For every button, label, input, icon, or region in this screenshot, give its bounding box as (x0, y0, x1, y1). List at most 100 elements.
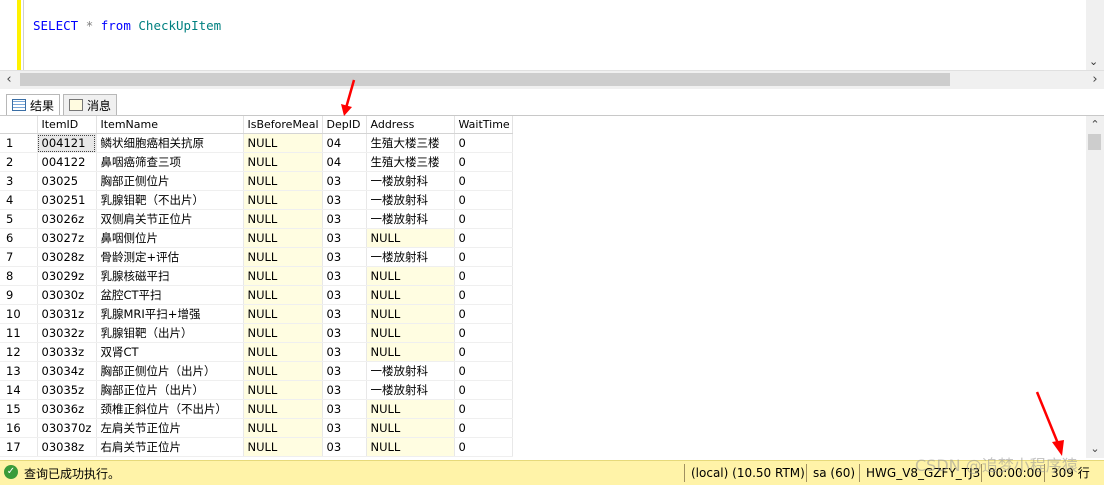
table-cell[interactable]: 0 (454, 342, 513, 362)
table-cell[interactable]: 03 (322, 399, 367, 419)
row-number[interactable]: 7 (0, 247, 38, 267)
table-cell[interactable]: 一楼放射科 (366, 361, 455, 381)
row-number[interactable]: 16 (0, 418, 38, 438)
table-cell[interactable]: 03 (322, 228, 367, 248)
table-row[interactable]: 17 03038z 右肩关节正位片 NULL 03 NULL 0 (0, 437, 513, 457)
table-cell[interactable]: 0 (454, 152, 513, 172)
column-header[interactable]: ItemID (37, 116, 97, 134)
table-cell[interactable]: 004122 (37, 152, 97, 172)
table-cell[interactable]: 颈椎正斜位片（不出片） (96, 399, 244, 419)
row-number[interactable]: 13 (0, 361, 38, 381)
table-cell[interactable]: 左肩关节正位片 (96, 418, 244, 438)
table-cell[interactable]: 一楼放射科 (366, 190, 455, 210)
row-number[interactable]: 15 (0, 399, 38, 419)
row-number[interactable]: 5 (0, 209, 38, 229)
table-cell[interactable]: 一楼放射科 (366, 247, 455, 267)
table-row[interactable]: 1 004121 鳞状细胞癌相关抗原 NULL 04 生殖大楼三楼 0 (0, 133, 513, 153)
table-cell[interactable]: 乳腺钼靶（出片） (96, 323, 244, 343)
table-cell[interactable]: 鳞状细胞癌相关抗原 (96, 133, 244, 153)
table-cell[interactable]: 鼻咽侧位片 (96, 228, 244, 248)
table-row[interactable]: 11 03032z 乳腺钼靶（出片） NULL 03 NULL 0 (0, 323, 513, 343)
table-cell[interactable]: 03 (322, 323, 367, 343)
sql-query-line[interactable]: SELECT * from CheckUpItem (33, 18, 221, 33)
table-cell[interactable]: 盆腔CT平扫 (96, 285, 244, 305)
scroll-down-icon[interactable]: ⌄ (1086, 440, 1104, 458)
table-cell[interactable]: NULL (366, 399, 455, 419)
table-cell[interactable]: NULL (366, 323, 455, 343)
table-cell[interactable]: 03036z (37, 399, 97, 419)
row-number[interactable]: 12 (0, 342, 38, 362)
table-row[interactable]: 10 03031z 乳腺MRI平扫+增强 NULL 03 NULL 0 (0, 304, 513, 324)
table-cell[interactable]: NULL (243, 380, 323, 400)
table-cell[interactable]: NULL (243, 133, 323, 153)
table-cell[interactable]: 0 (454, 133, 513, 153)
table-cell[interactable]: 03 (322, 266, 367, 286)
column-header[interactable]: IsBeforeMeal (243, 116, 323, 134)
table-cell[interactable]: 乳腺核磁平扫 (96, 266, 244, 286)
tab-messages[interactable]: 消息 (63, 94, 118, 115)
column-header[interactable]: DepID (322, 116, 367, 134)
table-row[interactable]: 13 03034z 胸部正侧位片（出片） NULL 03 一楼放射科 0 (0, 361, 513, 381)
table-cell[interactable]: 0 (454, 285, 513, 305)
table-cell[interactable]: 胸部正侧位片（出片） (96, 361, 244, 381)
table-cell[interactable]: NULL (243, 418, 323, 438)
table-cell[interactable]: 03028z (37, 247, 97, 267)
table-cell[interactable]: 一楼放射科 (366, 380, 455, 400)
table-cell[interactable]: 一楼放射科 (366, 209, 455, 229)
table-cell[interactable]: NULL (243, 171, 323, 191)
row-number[interactable]: 8 (0, 266, 38, 286)
column-header[interactable]: Address (366, 116, 455, 134)
editor-horizontal-scrollbar[interactable]: ‹ › (0, 70, 1104, 89)
table-cell[interactable]: 0 (454, 266, 513, 286)
table-row[interactable]: 5 03026z 双侧肩关节正位片 NULL 03 一楼放射科 0 (0, 209, 513, 229)
row-number[interactable]: 17 (0, 437, 38, 457)
table-row[interactable]: 2 004122 鼻咽癌筛查三项 NULL 04 生殖大楼三楼 0 (0, 152, 513, 172)
row-number[interactable]: 9 (0, 285, 38, 305)
table-cell[interactable]: 骨龄测定+评估 (96, 247, 244, 267)
table-cell[interactable]: NULL (366, 342, 455, 362)
table-cell[interactable]: 04 (322, 133, 367, 153)
table-row[interactable]: 7 03028z 骨龄测定+评估 NULL 03 一楼放射科 0 (0, 247, 513, 267)
table-row[interactable]: 14 03035z 胸部正位片（出片） NULL 03 一楼放射科 0 (0, 380, 513, 400)
table-row[interactable]: 16 030370z 左肩关节正位片 NULL 03 NULL 0 (0, 418, 513, 438)
horizontal-scroll-thumb[interactable] (20, 73, 950, 86)
row-number[interactable]: 11 (0, 323, 38, 343)
table-cell[interactable]: 0 (454, 247, 513, 267)
table-cell[interactable]: 04 (322, 152, 367, 172)
table-cell[interactable]: NULL (243, 399, 323, 419)
table-cell[interactable]: 乳腺MRI平扫+增强 (96, 304, 244, 324)
table-cell[interactable]: 0 (454, 361, 513, 381)
table-cell[interactable]: 一楼放射科 (366, 171, 455, 191)
table-row[interactable]: 9 03030z 盆腔CT平扫 NULL 03 NULL 0 (0, 285, 513, 305)
tab-results[interactable]: 结果 (6, 94, 61, 115)
scroll-right-icon[interactable]: › (1086, 71, 1104, 89)
table-cell[interactable]: NULL (366, 285, 455, 305)
table-cell[interactable]: NULL (366, 228, 455, 248)
table-cell[interactable]: NULL (243, 190, 323, 210)
table-cell[interactable]: 030370z (37, 418, 97, 438)
table-cell[interactable]: 004121 (37, 133, 97, 153)
row-number[interactable]: 6 (0, 228, 38, 248)
table-cell[interactable]: 胸部正位片（出片） (96, 380, 244, 400)
table-cell[interactable]: NULL (243, 228, 323, 248)
table-cell[interactable]: 03025 (37, 171, 97, 191)
table-cell[interactable]: 生殖大楼三楼 (366, 152, 455, 172)
table-row[interactable]: 15 03036z 颈椎正斜位片（不出片） NULL 03 NULL 0 (0, 399, 513, 419)
table-cell[interactable]: 03 (322, 285, 367, 305)
table-cell[interactable]: 0 (454, 437, 513, 457)
row-number[interactable]: 10 (0, 304, 38, 324)
vertical-scroll-thumb[interactable] (1088, 134, 1101, 150)
table-cell[interactable]: 03 (322, 247, 367, 267)
table-cell[interactable]: 0 (454, 323, 513, 343)
table-cell[interactable]: 双肾CT (96, 342, 244, 362)
table-cell[interactable]: 0 (454, 190, 513, 210)
table-cell[interactable]: 乳腺钼靶（不出片） (96, 190, 244, 210)
table-cell[interactable]: 03 (322, 171, 367, 191)
table-cell[interactable]: NULL (243, 437, 323, 457)
table-cell[interactable]: 03 (322, 209, 367, 229)
table-cell[interactable]: NULL (366, 437, 455, 457)
table-cell[interactable]: 030251 (37, 190, 97, 210)
table-cell[interactable]: 0 (454, 171, 513, 191)
table-cell[interactable]: NULL (366, 418, 455, 438)
table-cell[interactable]: 右肩关节正位片 (96, 437, 244, 457)
